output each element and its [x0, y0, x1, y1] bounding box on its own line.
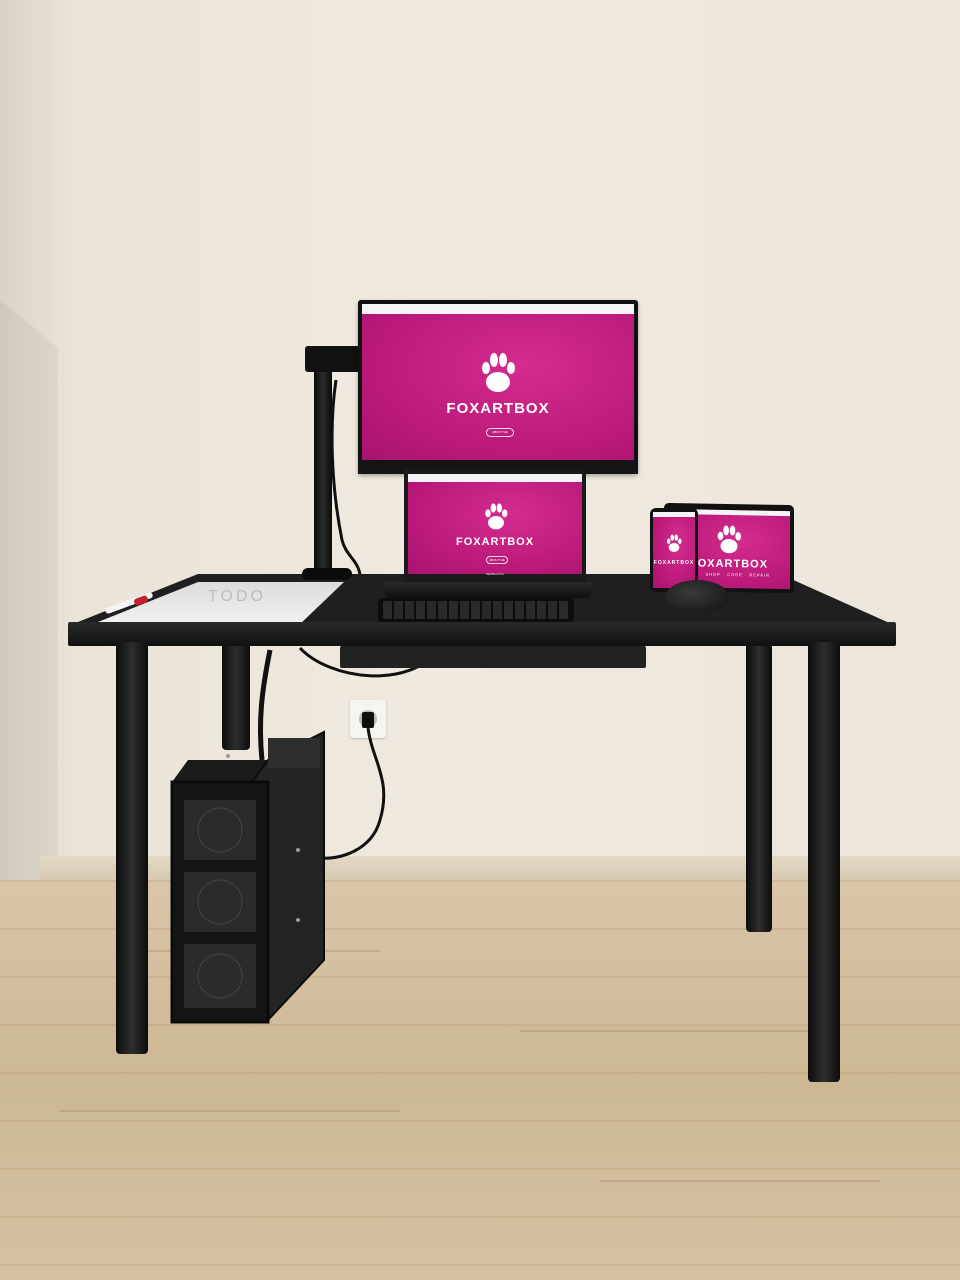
- paw-logo-icon: [485, 503, 508, 530]
- external-monitor: FOXARTBOX ABOUT ME: [358, 300, 638, 474]
- paw-logo-icon: [717, 525, 742, 554]
- laptop-model-label: MacBook Pro: [485, 572, 504, 576]
- desk-leg-front-right: [808, 642, 840, 1082]
- laptop-base: [384, 582, 592, 598]
- monitor-arm-joint: [305, 346, 363, 372]
- laptop-browser-bar: [408, 474, 582, 482]
- paw-logo-icon: [482, 353, 515, 392]
- desk-leg-front-left: [116, 642, 148, 1054]
- monitor-about-button[interactable]: ABOUT ME: [486, 428, 514, 437]
- laptop-screen: FOXARTBOX ABOUT ME: [408, 474, 582, 574]
- laptop: FOXARTBOX ABOUT ME: [404, 468, 586, 584]
- phone-screen: FOXARTBOX: [653, 512, 695, 588]
- monitor-browser-bar: [362, 304, 634, 314]
- desk-setup-photo: TODO FOXARTBOX ABOUT ME FOXARTBOX ABOUT …: [0, 0, 960, 1280]
- keyboard-keys: [383, 601, 569, 619]
- phone-browser-bar: [653, 512, 695, 517]
- desk-underframe: [340, 646, 646, 668]
- laptop-about-button[interactable]: ABOUT ME: [486, 556, 508, 564]
- monitor-arm-pole: [314, 352, 332, 576]
- laptop-brand-title: FOXARTBOX: [455, 536, 535, 548]
- pc-case: [168, 730, 328, 1026]
- pc-case-drawing: [170, 730, 325, 1024]
- computer-mouse: [666, 580, 728, 612]
- monitor-arm-clamp: [302, 568, 352, 580]
- whiteboard-text: TODO: [208, 588, 266, 605]
- monitor-screen: FOXARTBOX ABOUT ME: [362, 304, 634, 460]
- desk-leg-back-right: [746, 640, 772, 932]
- phone-brand-title: FOXARTBOX: [653, 560, 695, 566]
- desk-edge: [68, 622, 896, 646]
- paw-logo-icon: [666, 534, 682, 552]
- monitor-brand-title: FOXARTBOX: [446, 400, 550, 417]
